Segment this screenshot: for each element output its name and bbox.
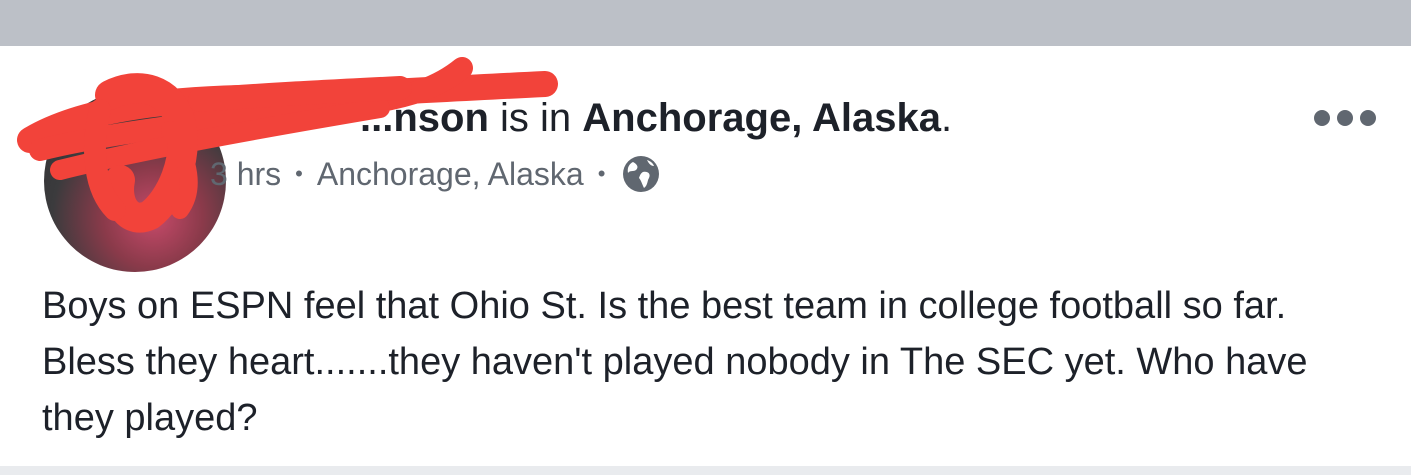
more-dot (1314, 110, 1330, 126)
checkin-suffix: . (940, 96, 953, 140)
avatar[interactable] (44, 90, 226, 272)
more-dot (1337, 110, 1353, 126)
post-header: ...nson is in Anchorage, Alaska. (360, 94, 952, 142)
checkin-prefix: is in (500, 96, 572, 140)
more-dot (1360, 110, 1376, 126)
meta-separator: • (295, 161, 303, 186)
checkin-location[interactable]: Anchorage, Alaska (582, 96, 941, 140)
globe-icon (621, 154, 661, 194)
meta-location[interactable]: Anchorage, Alaska (317, 154, 584, 194)
more-options-icon[interactable] (1314, 106, 1376, 130)
post-time[interactable]: 3 hrs (210, 154, 281, 194)
author-name[interactable]: ...nson (360, 96, 489, 140)
top-bar (0, 0, 1411, 46)
meta-separator: • (597, 161, 606, 186)
bottom-strip (0, 466, 1411, 475)
post-body: Boys on ESPN feel that Ohio St. Is the b… (42, 285, 1308, 439)
post-card: ...nson is in Anchorage, Alaska. 3 hrs •… (0, 46, 1411, 466)
post-meta: 3 hrs • Anchorage, Alaska • (210, 154, 661, 194)
